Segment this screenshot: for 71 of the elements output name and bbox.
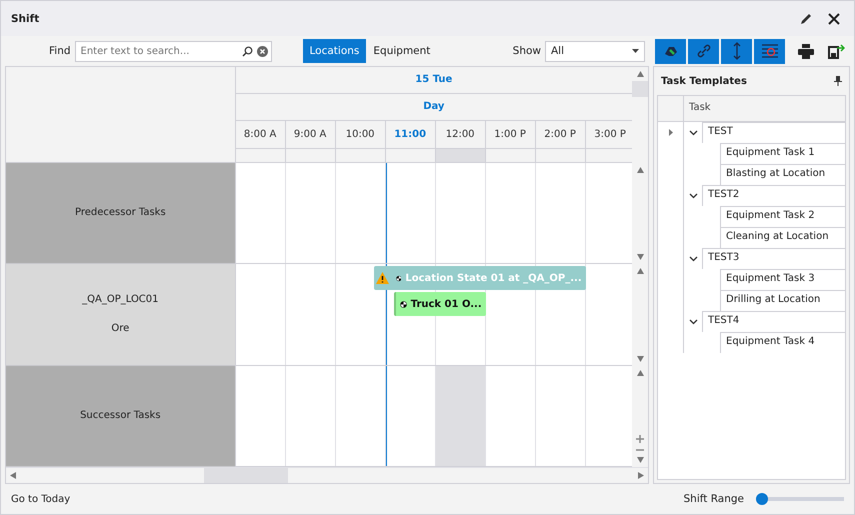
list-button[interactable] bbox=[754, 38, 785, 64]
scroll-up-icon[interactable] bbox=[636, 166, 644, 173]
tree-item[interactable]: Equipment Task 2 bbox=[720, 206, 845, 227]
scroll-down-icon[interactable] bbox=[636, 254, 644, 260]
row-label: Predecessor Tasks bbox=[74, 207, 166, 218]
scroll-thumb[interactable] bbox=[204, 468, 288, 483]
scroll-up-icon[interactable] bbox=[636, 71, 644, 77]
hour-header: 9:00 A bbox=[286, 120, 336, 149]
tree-item[interactable]: TEST2 bbox=[702, 185, 845, 206]
scale-header: Day bbox=[423, 101, 444, 112]
hour-header: 11:00 bbox=[386, 120, 436, 149]
printer-icon bbox=[798, 44, 814, 58]
column-header: Task bbox=[688, 101, 712, 115]
tree-item[interactable]: Equipment Task 3 bbox=[720, 269, 845, 290]
shift-range-label: Shift Range bbox=[684, 493, 744, 505]
slider-thumb[interactable] bbox=[756, 493, 768, 505]
search-field[interactable]: Enter text to search... bbox=[74, 40, 272, 62]
vertical-arrows-icon bbox=[732, 42, 742, 60]
row-height-button[interactable] bbox=[721, 38, 752, 64]
date-header: 15 Tue bbox=[415, 74, 452, 86]
row-label: _QA_OP_LOC01 bbox=[82, 294, 159, 306]
hour-header: 8:00 A bbox=[236, 120, 286, 149]
tree-item[interactable]: TEST3 bbox=[702, 248, 845, 269]
close-icon bbox=[827, 12, 841, 26]
task-bar[interactable]: Truck 01 O... bbox=[394, 292, 486, 316]
scroll-up-icon[interactable] bbox=[636, 370, 644, 376]
export-icon bbox=[828, 44, 845, 58]
scroll-thumb[interactable] bbox=[632, 81, 648, 97]
row-label: Successor Tasks bbox=[80, 410, 161, 422]
chevron-down-icon[interactable] bbox=[688, 318, 698, 324]
view-tab[interactable]: Equipment bbox=[366, 39, 438, 63]
panel-title: Task Templates bbox=[661, 76, 747, 86]
view-tab[interactable]: Locations bbox=[302, 39, 366, 63]
show-label: Show bbox=[512, 45, 541, 57]
tree-item[interactable]: Equipment Task 1 bbox=[720, 143, 845, 164]
list-target-icon bbox=[760, 43, 778, 59]
link-icon bbox=[696, 43, 712, 59]
row-sublabel: Ore bbox=[111, 323, 130, 334]
scroll-left-icon[interactable] bbox=[10, 472, 16, 479]
go-to-today-link[interactable]: Go to Today bbox=[11, 494, 70, 504]
hour-header: 10:00 bbox=[336, 120, 386, 149]
hour-header: 2:00 P bbox=[536, 120, 586, 149]
scroll-right-icon[interactable] bbox=[638, 472, 644, 479]
search-icon bbox=[242, 46, 253, 56]
find-label: Find bbox=[49, 45, 71, 57]
tree-item[interactable]: TEST bbox=[702, 122, 845, 143]
hour-header: 1:00 P bbox=[486, 120, 536, 149]
tree-item[interactable]: Equipment Task 4 bbox=[720, 332, 845, 353]
zoom-out-icon[interactable] bbox=[636, 449, 644, 452]
pin-icon[interactable] bbox=[834, 76, 842, 86]
scroll-up-icon[interactable] bbox=[636, 268, 644, 274]
row-pointer-icon bbox=[668, 129, 672, 136]
chevron-down-icon[interactable] bbox=[688, 256, 698, 262]
tree-item[interactable]: TEST4 bbox=[702, 311, 845, 332]
tree-item[interactable]: Blasting at Location bbox=[720, 164, 845, 185]
chevron-down-icon[interactable] bbox=[688, 130, 698, 136]
window-title: Shift bbox=[11, 12, 40, 24]
clear-icon[interactable] bbox=[256, 46, 268, 56]
chevron-down-icon[interactable] bbox=[688, 192, 698, 198]
tree-item[interactable]: Drilling at Location bbox=[720, 290, 845, 311]
paint-bucket-icon bbox=[662, 44, 678, 58]
show-dropdown[interactable]: All bbox=[545, 40, 645, 62]
tree-item[interactable]: Cleaning at Location bbox=[720, 227, 845, 248]
hour-header: 3:00 P bbox=[586, 120, 632, 149]
scroll-down-icon[interactable] bbox=[636, 356, 644, 362]
caret-icon bbox=[632, 49, 639, 53]
zoom-in-icon[interactable] bbox=[636, 435, 644, 444]
link-button[interactable] bbox=[688, 38, 719, 64]
fill-button[interactable] bbox=[655, 38, 686, 64]
scroll-down-icon[interactable] bbox=[636, 457, 644, 464]
pencil-icon bbox=[799, 12, 813, 26]
